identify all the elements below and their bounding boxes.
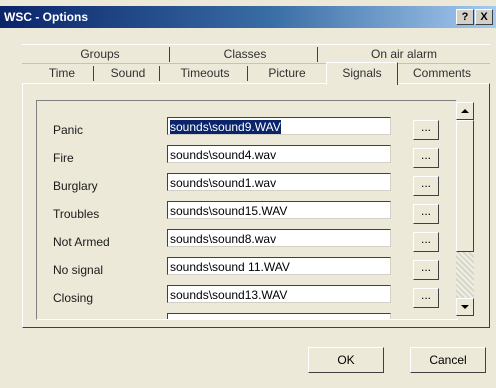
tab-picture[interactable]: Picture — [250, 64, 324, 82]
options-dialog: WSC - Options ? X Groups Classes On air … — [0, 0, 496, 388]
tab-label: On air alarm — [370, 47, 438, 61]
tab-divider — [159, 66, 160, 81]
tab-divider — [169, 47, 170, 62]
tab-label: Comments — [412, 66, 471, 80]
scroll-down-button[interactable] — [456, 298, 474, 316]
signal-label: Not Armed — [53, 235, 110, 249]
browse-button[interactable]: ... — [413, 260, 439, 280]
browse-button[interactable]: ... — [413, 120, 439, 140]
tab-groups[interactable]: Groups — [30, 45, 170, 63]
scroll-down-arrow-icon — [461, 305, 469, 309]
browse-button[interactable]: ... — [413, 288, 439, 308]
signal-row-burglary: Burglary sounds\sound1.wav ... — [37, 173, 457, 201]
selected-text: sounds\sound9.WAV — [170, 120, 281, 134]
signal-label: Panic — [53, 123, 84, 137]
browse-button[interactable]: ... — [413, 176, 439, 196]
sound-path-field[interactable] — [167, 313, 391, 319]
signal-label: Troubles — [53, 207, 100, 221]
signal-label: Burglary — [53, 179, 98, 193]
sound-path-field[interactable]: sounds\sound4.wav — [167, 145, 391, 163]
signal-row-not-armed: Not Armed sounds\sound8.wav ... — [37, 229, 457, 257]
signal-label: Fire — [53, 151, 74, 165]
sound-path-field[interactable]: sounds\sound 11.WAV — [167, 257, 391, 275]
tab-comments[interactable]: Comments — [398, 64, 486, 82]
tab-timeouts[interactable]: Timeouts — [162, 64, 248, 82]
sound-path-field[interactable]: sounds\sound9.WAV — [167, 117, 391, 135]
tab-label: Groups — [80, 47, 120, 61]
signal-row-troubles: Troubles sounds\sound15.WAV ... — [37, 201, 457, 229]
scroll-thumb[interactable] — [456, 120, 474, 252]
signals-list: Panic sounds\sound9.WAV ... Fire sounds\… — [36, 100, 458, 320]
sound-path-field[interactable]: sounds\sound1.wav — [167, 173, 391, 191]
tab-signals[interactable]: Signals — [326, 62, 398, 85]
tab-classes[interactable]: Classes — [172, 45, 318, 63]
cancel-button[interactable]: Cancel — [410, 347, 486, 373]
signal-row-closing: Closing sounds\sound13.WAV ... — [37, 285, 457, 313]
tab-label: Sound — [110, 66, 146, 80]
signal-row-no-signal: No signal sounds\sound 11.WAV ... — [37, 257, 457, 285]
window-title: WSC - Options — [4, 10, 88, 24]
signal-row-fire: Fire sounds\sound4.wav ... — [37, 145, 457, 173]
tab-label: Time — [48, 66, 76, 80]
tab-label: Signals — [342, 66, 382, 80]
close-button[interactable]: X — [475, 9, 493, 25]
ok-button[interactable]: OK — [308, 347, 384, 373]
browse-button[interactable]: ... — [413, 204, 439, 224]
signal-row-panic: Panic sounds\sound9.WAV ... — [37, 117, 457, 145]
tab-time[interactable]: Time — [30, 64, 94, 82]
tab-divider — [317, 47, 318, 62]
browse-button[interactable]: ... — [413, 148, 439, 168]
browse-button[interactable]: ... — [413, 232, 439, 252]
scroll-up-button[interactable] — [456, 102, 474, 120]
vertical-scrollbar[interactable] — [456, 100, 474, 318]
tab-sound[interactable]: Sound — [96, 64, 160, 82]
tab-label: Picture — [268, 66, 306, 80]
tab-label: Classes — [223, 47, 267, 61]
tab-label: Timeouts — [180, 66, 230, 80]
tab-divider — [247, 66, 248, 81]
sound-path-field[interactable]: sounds\sound15.WAV — [167, 201, 391, 219]
help-button[interactable]: ? — [456, 9, 474, 25]
title-bar[interactable]: WSC - Options ? X — [0, 6, 496, 28]
signal-label: Closing — [53, 291, 94, 305]
signal-label: No signal — [53, 263, 104, 277]
tab-on-air-alarm[interactable]: On air alarm — [320, 45, 488, 63]
scroll-up-arrow-icon — [461, 109, 469, 113]
sound-path-field[interactable]: sounds\sound13.WAV — [167, 285, 391, 303]
sound-path-field[interactable]: sounds\sound8.wav — [167, 229, 391, 247]
scroll-track[interactable] — [456, 252, 474, 300]
signal-row-partial — [37, 313, 457, 319]
tab-divider — [93, 66, 94, 81]
